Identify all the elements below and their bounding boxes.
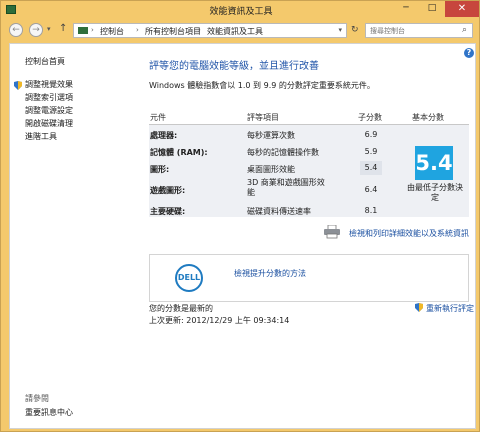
row-primary-disk-label: 主要硬碟: (150, 207, 186, 216)
content-area: 控制台首頁 調整視覺效果 調整索引選項 調整電源設定 開啟磁碟清理 進階工具 請… (9, 43, 476, 429)
help-icon[interactable]: ? (464, 48, 474, 58)
breadcrumb-all-items[interactable]: 所有控制台項目 (145, 26, 201, 37)
printer-icon (324, 225, 340, 239)
rerun-assessment-label: 重新執行評定 (426, 304, 474, 313)
sidebar: 控制台首頁 調整視覺效果 調整索引選項 調整電源設定 開啟磁碟清理 進階工具 請… (10, 44, 145, 428)
row-graphics-score: 5.4 (360, 161, 382, 175)
breadcrumb-separator: › (198, 26, 201, 34)
address-box[interactable]: › 控制台 › 所有控制台項目 › 效能資訊及工具 ▾ (73, 23, 347, 38)
base-score-tile: 5.4 (415, 146, 453, 180)
sidebar-item-disk-cleanup[interactable]: 開啟磁碟清理 (25, 118, 73, 129)
shield-icon (14, 81, 22, 90)
address-bar: ← → ▾ ↑ › 控制台 › 所有控制台項目 › 效能資訊及工具 ▾ ↻ ⌕ (1, 19, 480, 43)
row-gaming-graphics-label: 遊戲圖形: (150, 186, 186, 195)
see-also-heading: 請參閱 (25, 394, 49, 403)
score-table: 元件 評等項目 子分數 基本分數 處理器: 每秒運算次數 6.9 記憶體 (RA… (149, 112, 469, 217)
column-header-base-score: 基本分數 (412, 113, 444, 122)
column-header-subscore: 子分數 (358, 113, 382, 122)
row-graphics-label: 圖形: (150, 165, 170, 174)
sidebar-item-action-center[interactable]: 重要訊息中心 (25, 407, 73, 418)
row-memory-score: 5.9 (364, 147, 378, 156)
row-primary-disk-desc: 磁碟資料傳送速率 (247, 207, 311, 216)
last-update: 上次更新: 2012/12/29 上午 09:34:14 (149, 316, 290, 325)
row-processor-desc: 每秒運算次數 (247, 131, 295, 140)
row-memory-desc: 每秒的記憶體操作數 (247, 148, 319, 157)
sidebar-item-advanced-tools[interactable]: 進階工具 (25, 131, 57, 142)
breadcrumb-performance[interactable]: 效能資訊及工具 (207, 26, 263, 37)
row-gaming-graphics-score: 6.4 (364, 185, 378, 194)
improve-score-link[interactable]: 檢視提升分數的方法 (234, 268, 306, 279)
forward-button[interactable]: → (29, 23, 43, 37)
window: 效能資訊及工具 ─ □ ✕ ← → ▾ ↑ › 控制台 › 所有控制台項目 › … (0, 0, 480, 432)
sidebar-control-panel-home[interactable]: 控制台首頁 (25, 56, 65, 67)
row-processor-score: 6.9 (364, 130, 378, 139)
address-dropdown-button[interactable]: ▾ (338, 26, 342, 34)
recent-locations-button[interactable]: ▾ (47, 25, 51, 33)
maximize-button[interactable]: □ (419, 1, 445, 17)
row-processor-label: 處理器: (150, 131, 178, 140)
row-primary-disk-score: 8.1 (364, 206, 378, 215)
breadcrumb-control-panel[interactable]: 控制台 (100, 26, 124, 37)
base-score-panel: 5.4 由最低子分數決定 (400, 125, 469, 217)
column-header-rated: 評等項目 (247, 113, 279, 122)
oem-info-box: DELL 檢視提升分數的方法 (149, 254, 469, 302)
row-gaming-graphics-desc: 3D 商業和遊戲圖形效 能 (247, 178, 325, 197)
score-status: 您的分數是最新的 (149, 304, 213, 313)
shield-icon (415, 303, 423, 312)
back-button[interactable]: ← (9, 23, 23, 37)
page-description: Windows 體驗指數會以 1.0 到 9.9 的分數評定重要系統元件。 (149, 81, 375, 90)
search-input[interactable] (370, 25, 456, 36)
breadcrumb-separator: › (91, 26, 94, 34)
refresh-button[interactable]: ↻ (351, 25, 359, 35)
close-button[interactable]: ✕ (445, 1, 479, 17)
row-memory-label: 記憶體 (RAM): (150, 148, 208, 157)
up-button[interactable]: ↑ (59, 23, 67, 34)
title-bar[interactable]: 效能資訊及工具 ─ □ ✕ (1, 1, 480, 19)
sidebar-item-power-settings[interactable]: 調整電源設定 (25, 105, 73, 116)
base-score-caption: 由最低子分數決定 (407, 183, 463, 202)
column-header-component: 元件 (150, 113, 166, 122)
search-icon[interactable]: ⌕ (462, 25, 467, 35)
minimize-button[interactable]: ─ (393, 1, 419, 17)
sidebar-item-label: 調整視覺效果 (25, 80, 73, 89)
breadcrumb-separator: › (136, 26, 139, 34)
row-graphics-desc: 桌面圖形效能 (247, 165, 295, 174)
print-details-link[interactable]: 檢視和列印詳細效能以及系統資訊 (349, 228, 469, 239)
dell-logo: DELL (175, 264, 203, 292)
sidebar-item-indexing-options[interactable]: 調整索引選項 (25, 92, 73, 103)
control-panel-small-icon (78, 27, 88, 34)
page-heading: 評等您的電腦效能等級，並且進行改善 (149, 61, 319, 72)
search-box[interactable]: ⌕ (365, 23, 473, 38)
